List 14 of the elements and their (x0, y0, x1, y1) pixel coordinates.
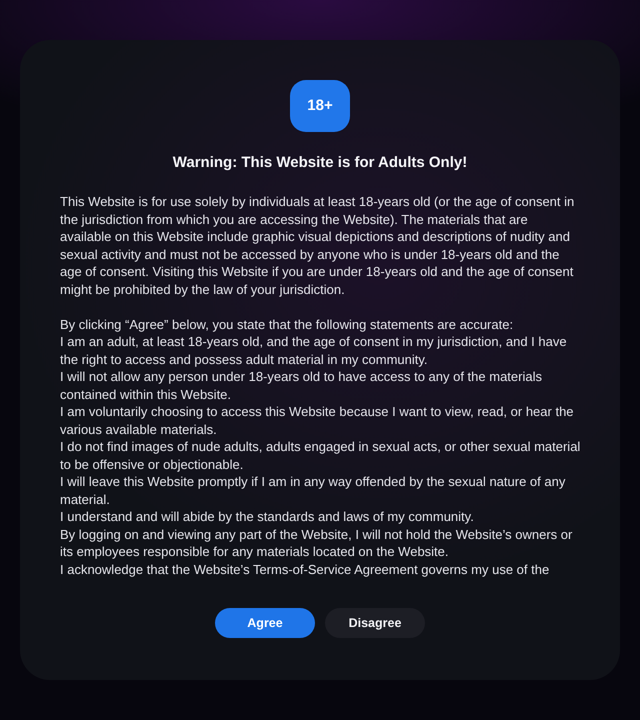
consent-statement: I am an adult, at least 18-years old, and the age of consent in my jurisdiction, and I have the right to access and possess adult material in my community. (60, 333, 568, 368)
consent-statement: I acknowledge that the Website’s Terms-of-Service Agreement governs my use of the (60, 560, 550, 578)
intro-paragraph: This Website is for use solely by individuals at least 18-years old (or the age of consent in the jurisdiction from which you are accessing the Website). The materials that are available on this Website include graphic visual depictions and descriptions of nudity and sexual activity and must not be accessed by anyone who is under 18-years old and the age of consent. Visiting this Website if you are under 18-years old and the age of consent might be prohibited by the law of your jurisdiction. (60, 193, 576, 298)
consent-statement: I will leave this Website promptly if I am in any way offended by the sexual nature of any material. (60, 473, 566, 508)
consent-statement: I will not allow any person under 18-years old to have access to any of the materials contained within this Website. (60, 368, 543, 403)
agree-button[interactable]: Agree (215, 608, 315, 638)
consent-statement: I understand and will abide by the standards and laws of my community. (60, 508, 475, 526)
warning-title: Warning: This Website is for Adults Only! (172, 153, 468, 173)
consent-statement: I do not find images of nude adults, adults engaged in sexual acts, or other sexual material to be offensive or objectionable. (60, 438, 582, 473)
age-badge: 18+ (290, 80, 350, 132)
consent-statement: By logging on and viewing any part of the Website, I will not hold the Website’s owners or its employees responsible for any materials located on the Website. (60, 526, 574, 560)
consent-statement: I am voluntarily choosing to access this Website because I want to view, read, or hear the various available materials. (60, 403, 575, 438)
disagree-button[interactable]: Disagree (325, 608, 425, 638)
consent-intro: By clicking “Agree” below, you state that the following statements are accurate: (60, 316, 514, 333)
